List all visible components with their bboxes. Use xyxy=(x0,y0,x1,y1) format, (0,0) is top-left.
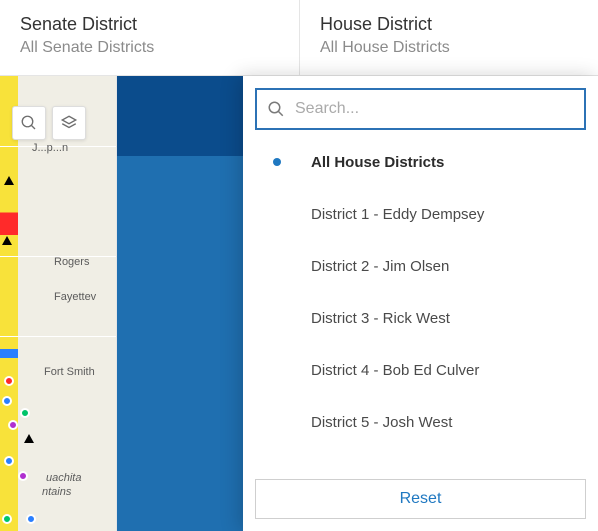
dropdown-list-wrap: All House Districts District 1 - Eddy De… xyxy=(255,136,586,473)
dropdown-footer: Reset xyxy=(255,473,586,519)
map-road xyxy=(0,336,116,337)
search-icon xyxy=(267,100,285,118)
senate-filter[interactable]: Senate District All Senate Districts xyxy=(0,0,300,75)
map-marker-triangle xyxy=(24,434,34,443)
dropdown-option-label: All House Districts xyxy=(311,154,576,171)
map-layers-button[interactable] xyxy=(52,106,86,140)
senate-filter-title: Senate District xyxy=(20,14,279,35)
house-district-dropdown: All House Districts District 1 - Eddy De… xyxy=(243,76,598,531)
house-filter[interactable]: House District All House Districts xyxy=(300,0,598,75)
map-marker-triangle xyxy=(4,176,14,185)
dropdown-option[interactable]: District 1 - Eddy Dempsey xyxy=(255,188,576,240)
dropdown-search[interactable] xyxy=(255,88,586,130)
map-marker-circle xyxy=(18,471,28,481)
dropdown-option[interactable]: District 5 - Josh West xyxy=(255,396,576,448)
dropdown-option-label: District 4 - Bob Ed Culver xyxy=(311,362,576,379)
dropdown-option[interactable]: District 2 - Jim Olsen xyxy=(255,240,576,292)
dropdown-option-label: District 1 - Eddy Dempsey xyxy=(311,206,576,223)
map-marker-circle xyxy=(26,514,36,524)
dropdown-option[interactable]: District 4 - Bob Ed Culver xyxy=(255,344,576,396)
house-filter-title: House District xyxy=(320,14,578,35)
dropdown-option-label: District 2 - Jim Olsen xyxy=(311,258,576,275)
main-area: J...p...n Rogers Fayettev Fort Smith uac… xyxy=(0,76,598,531)
selected-dot-icon xyxy=(273,158,281,166)
map-controls xyxy=(12,106,86,140)
map-marker-triangle xyxy=(2,236,12,245)
dropdown-option-label: District 3 - Rick West xyxy=(311,310,576,327)
map-label-fortsmith: Fort Smith xyxy=(44,366,95,378)
map-label-joplin: J...p...n xyxy=(32,142,68,154)
search-icon xyxy=(20,114,38,132)
dropdown-option[interactable]: All House Districts xyxy=(255,136,576,188)
map-label-mountains: ntains xyxy=(42,486,71,498)
layers-icon xyxy=(60,114,78,132)
map-marker-circle xyxy=(20,408,30,418)
map-search-button[interactable] xyxy=(12,106,46,140)
map-marker-circle xyxy=(4,456,14,466)
dropdown-option[interactable]: District 3 - Rick West xyxy=(255,292,576,344)
map-marker-circle xyxy=(4,376,14,386)
dropdown-list[interactable]: All House Districts District 1 - Eddy De… xyxy=(255,136,586,473)
house-filter-value: All House Districts xyxy=(320,39,578,57)
map-marker-circle xyxy=(2,396,12,406)
senate-filter-value: All Senate Districts xyxy=(20,39,279,57)
map-marker-circle xyxy=(2,514,12,524)
map-label-ouachita: uachita xyxy=(46,472,81,484)
reset-button[interactable]: Reset xyxy=(255,479,586,519)
dropdown-option-label: District 5 - Josh West xyxy=(311,414,576,431)
map-panel[interactable]: J...p...n Rogers Fayettev Fort Smith uac… xyxy=(0,76,117,531)
filter-bar: Senate District All Senate Districts Hou… xyxy=(0,0,598,76)
map-label-rogers: Rogers xyxy=(54,256,89,268)
map-label-fayetteville: Fayettev xyxy=(54,291,96,303)
map-marker-circle xyxy=(8,420,18,430)
dropdown-search-input[interactable] xyxy=(295,100,574,118)
